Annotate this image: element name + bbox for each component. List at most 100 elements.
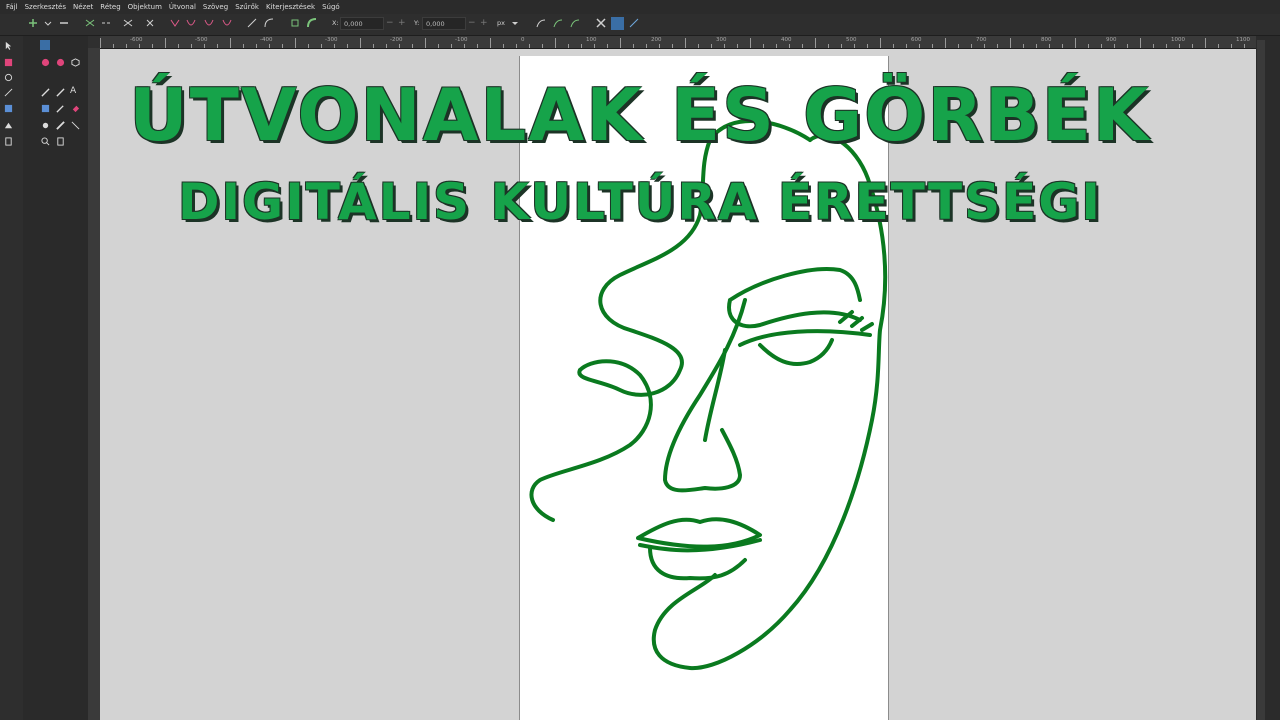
3d-box-tool-icon[interactable] [71,58,80,67]
unit-select[interactable]: px [497,19,505,27]
ruler-tick [1140,38,1141,48]
ruler-tick [204,44,205,48]
ruler-tick [776,44,777,48]
stroke-to-path-icon[interactable] [307,18,317,28]
break-path-icon[interactable] [101,18,111,28]
ruler-tick [633,44,634,48]
ruler-tick [269,44,270,48]
join-segment-icon[interactable] [123,18,133,28]
ruler-label: 100 [586,37,597,43]
y-decrement-button[interactable]: − [468,18,476,28]
unit-dropdown-icon[interactable] [510,18,520,28]
menu-help[interactable]: Súgó [322,3,340,11]
ellipse-tool-icon[interactable] [41,58,50,67]
delete-node-icon[interactable] [59,18,69,28]
ruler-tick [1179,44,1180,48]
menu-view[interactable]: Nézet [73,3,93,11]
menu-filters[interactable]: Szűrők [235,3,259,11]
y-label: Y: [414,19,420,27]
ruler-tick [867,44,868,48]
menu-extensions[interactable]: Kiterjesztések [266,3,315,11]
menu-layer[interactable]: Réteg [100,3,120,11]
selector-tool-icon[interactable] [4,41,13,50]
rectangle-tool-icon[interactable] [4,58,13,67]
show-path-outline-icon[interactable] [570,18,580,28]
ruler-tick [126,44,127,48]
ruler-tick [373,44,374,48]
ruler-tick [659,44,660,48]
menu-object[interactable]: Objektum [128,3,162,11]
ruler-tick [503,44,504,48]
make-curve-icon[interactable] [264,18,274,28]
join-nodes-icon[interactable] [85,18,95,28]
smooth-node-icon[interactable] [186,18,196,28]
ruler-tick [789,44,790,48]
overlay-subtitle: DIGITÁLIS KULTÚRA ÉRETTSÉGI [178,173,1102,231]
x-label: X: [332,19,339,27]
x-decrement-button[interactable]: − [386,18,394,28]
x-coordinate-input[interactable]: 0,000 [340,17,384,30]
ruler-tick [737,44,738,48]
delete-segment-icon[interactable] [145,18,155,28]
ruler-tick [555,38,556,48]
auto-smooth-node-icon[interactable] [222,18,232,28]
ruler-tick [724,44,725,48]
ruler-tick [152,44,153,48]
node-tool-icon[interactable] [40,40,50,50]
ruler-tick [1192,44,1193,48]
y-increment-button[interactable]: + [480,18,488,28]
menu-path[interactable]: Útvonal [169,3,196,11]
show-transform-handles-icon[interactable] [536,18,546,28]
ruler-tick [542,44,543,48]
ruler-tick [893,44,894,48]
ruler-label: 1000 [1171,37,1185,43]
menu-bar: Fájl Szerkesztés Nézet Réteg Objektum Út… [0,0,1280,14]
menu-text[interactable]: Szöveg [203,3,228,11]
ruler-label: 200 [651,37,662,43]
menu-file[interactable]: Fájl [6,3,18,11]
show-clipping-path-icon[interactable] [596,18,606,28]
menu-edit[interactable]: Szerkesztés [25,3,66,11]
ruler-tick [451,44,452,48]
ruler-tick [100,38,101,48]
ruler-label: -600 [130,37,143,43]
ruler-tick [880,38,881,48]
cusp-node-icon[interactable] [170,18,180,28]
x-increment-button[interactable]: + [398,18,406,28]
ruler-tick [607,44,608,48]
make-line-icon[interactable] [247,18,257,28]
symmetric-node-icon[interactable] [204,18,214,28]
ruler-tick [698,44,699,48]
ruler-tick [412,44,413,48]
star-tool-icon[interactable] [56,58,65,67]
ruler-tick [919,44,920,48]
dropdown-arrow-icon[interactable] [43,18,53,28]
path-effect-icon[interactable] [629,18,639,28]
ruler-tick [217,44,218,48]
ruler-tick [529,44,530,48]
ruler-tick [191,44,192,48]
ruler-tick [256,44,257,48]
y-coordinate-input[interactable]: 0,000 [422,17,466,30]
ruler-tick [854,44,855,48]
ruler-tick [308,44,309,48]
ruler-tick [1218,44,1219,48]
ruler-tick [841,44,842,48]
ruler-tick [958,44,959,48]
ruler-label: 600 [911,37,922,43]
ruler-tick [438,44,439,48]
object-to-path-icon[interactable] [290,18,300,28]
show-mask-toggle[interactable] [611,17,624,30]
show-bezier-handles-icon[interactable] [553,18,563,28]
ruler-tick [672,44,673,48]
ruler-label: -100 [455,37,468,43]
ruler-tick [347,44,348,48]
add-node-icon[interactable] [28,18,38,28]
ruler-tick [711,44,712,48]
ruler-tick [1062,44,1063,48]
ruler-tick [945,38,946,48]
ruler-tick [139,44,140,48]
ruler-tick [1088,44,1089,48]
ruler-label: -200 [390,37,403,43]
ruler-tick [113,44,114,48]
